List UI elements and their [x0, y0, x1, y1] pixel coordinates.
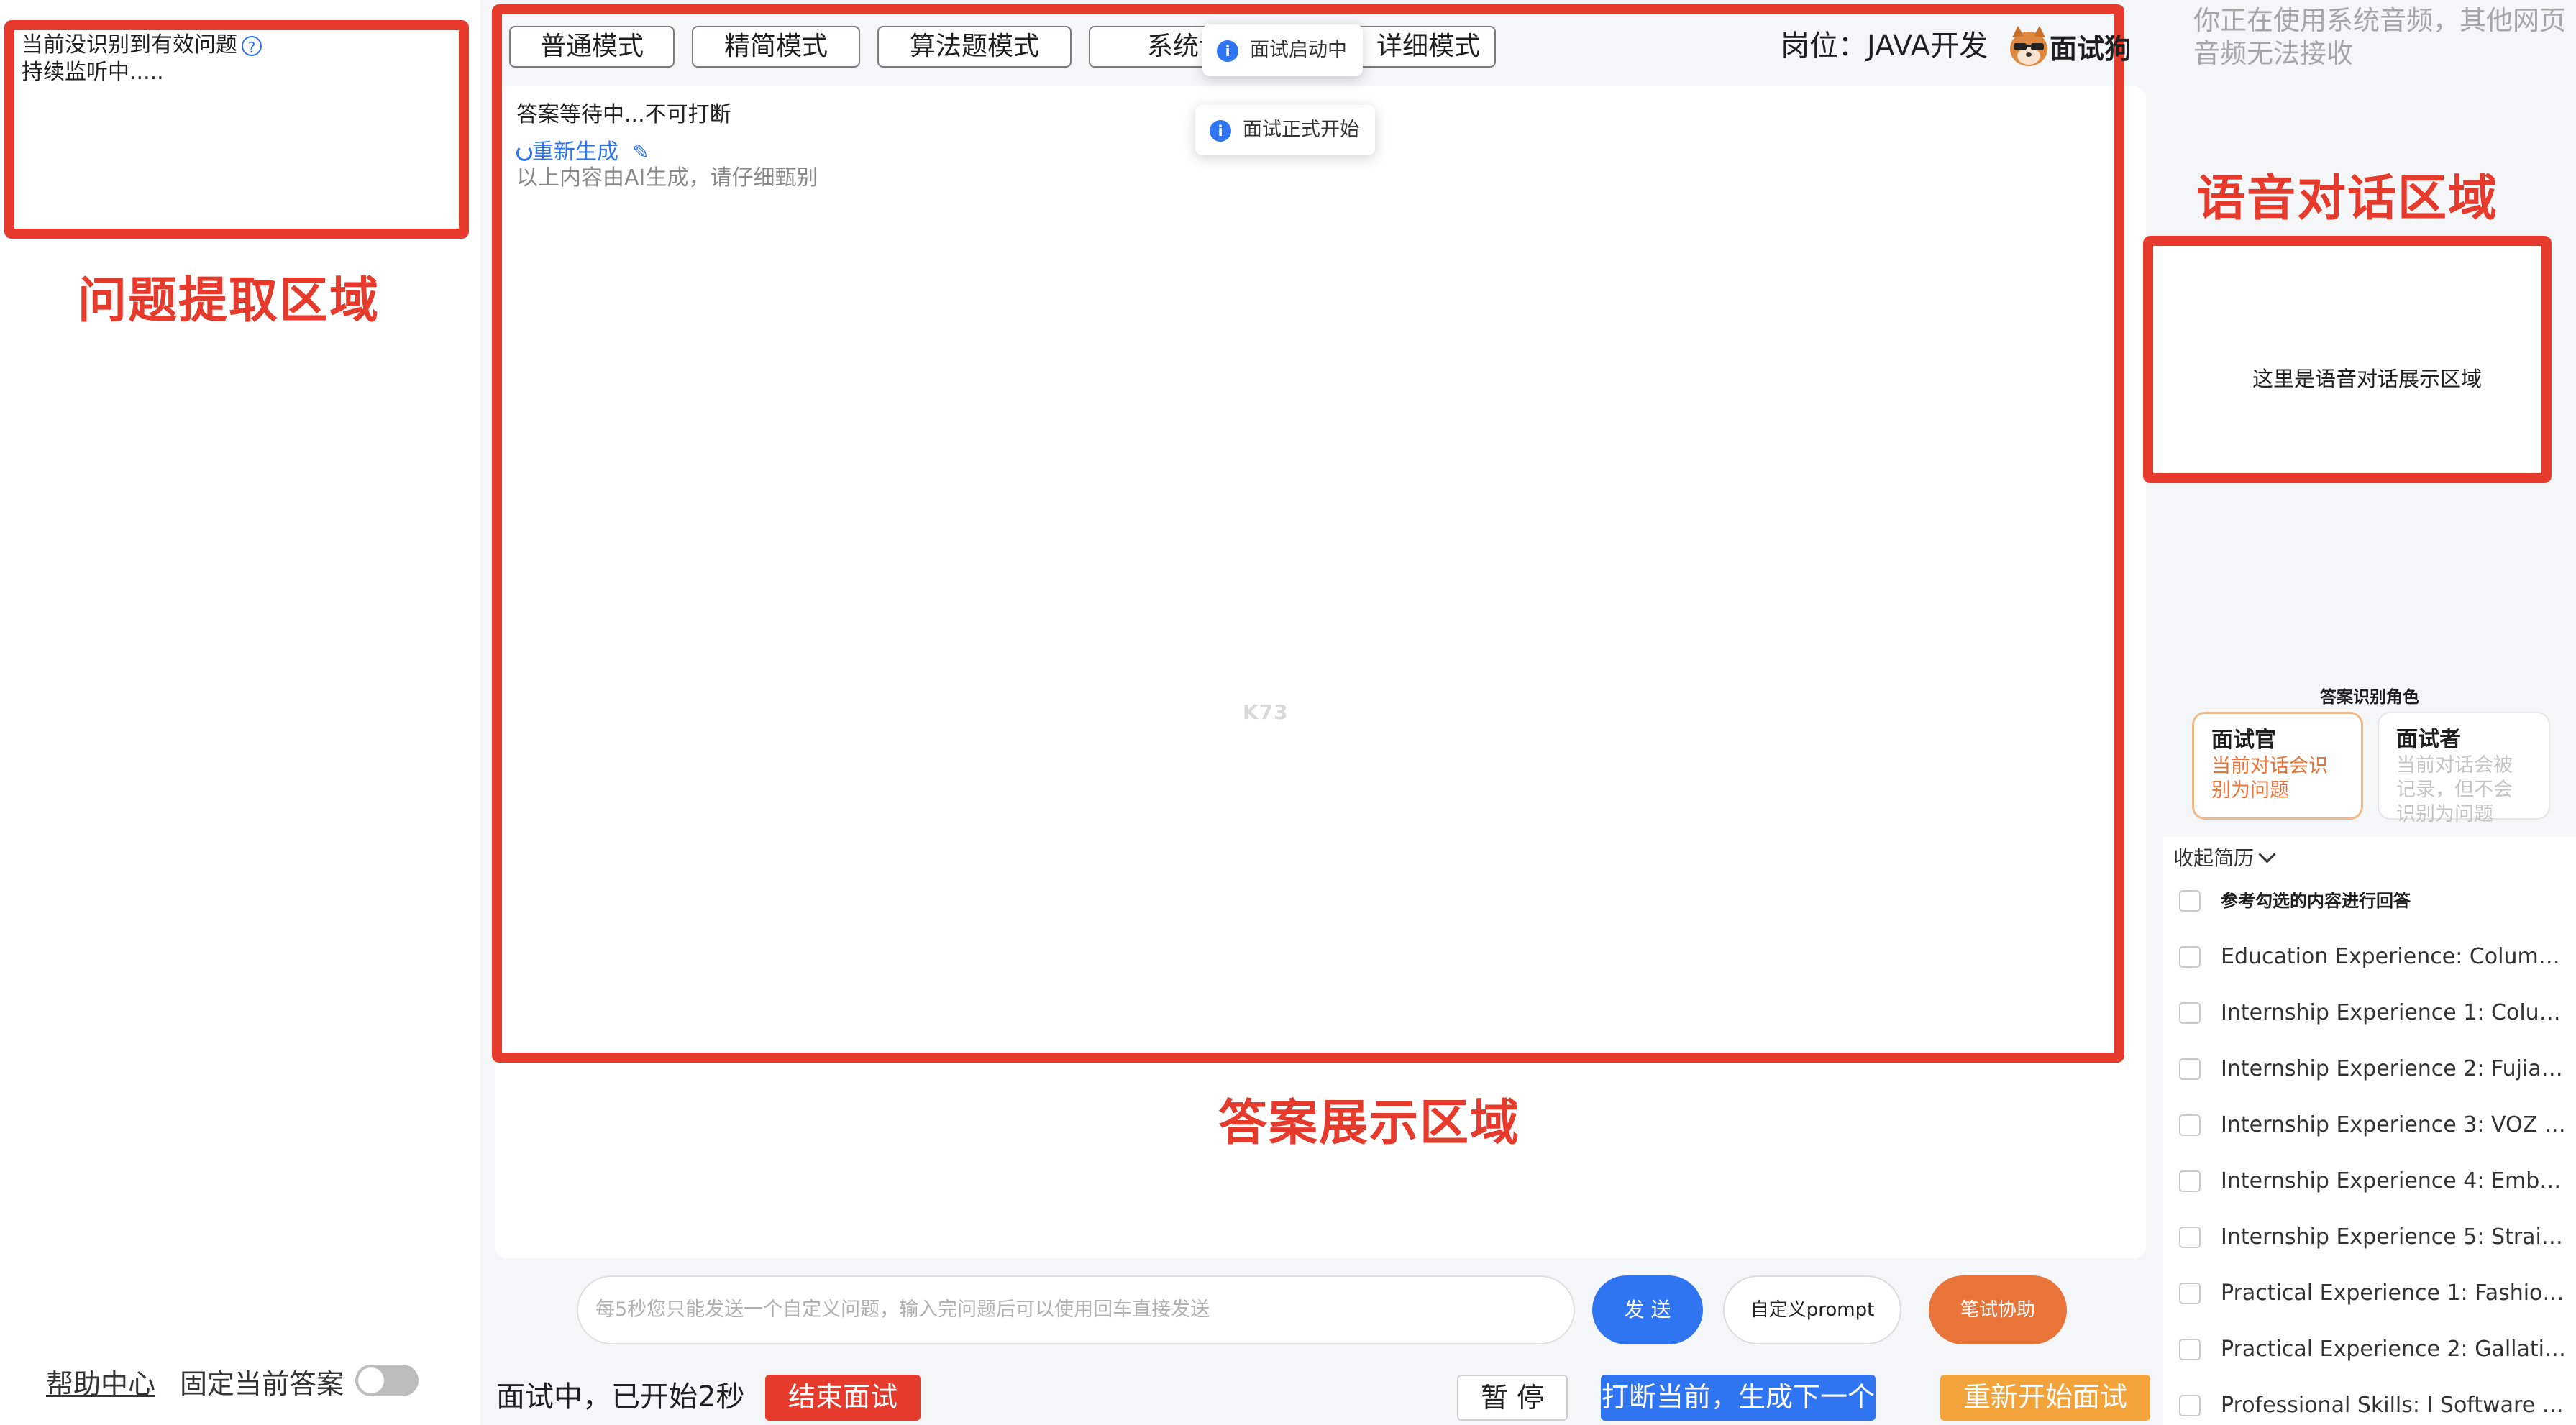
role-candidate-desc: 当前对话会被记录，但不会识别为问题 [2396, 754, 2513, 825]
resume-checkbox[interactable] [2179, 1114, 2201, 1136]
answer-area-annotation: 答案展示区域 [1218, 1095, 1521, 1152]
resume-item[interactable]: Internship Experience 5: Strait Media [2163, 1209, 2576, 1265]
end-interview-button[interactable]: 结束面试 [765, 1375, 921, 1421]
question-status-text: 当前没识别到有效问题 [22, 32, 237, 58]
role-candidate-name: 面试者 [2396, 727, 2461, 752]
written-test-help-button[interactable]: 笔试协助 [1929, 1275, 2067, 1344]
resume-checkbox[interactable] [2179, 946, 2201, 968]
refresh-icon [516, 145, 532, 161]
input-placeholder: 每5秒您只能发送一个自定义问题，输入完问题后可以使用回车直接发送 [595, 1298, 1210, 1321]
pause-button[interactable]: 暂 停 [1457, 1375, 1568, 1421]
resume-item-text: Internship Experience 3: VOZ Apparel [2221, 1112, 2566, 1137]
voice-area-annotation: 语音对话区域 [2196, 170, 2499, 227]
toggle-knob [358, 1367, 384, 1393]
resume-header: 参考勾选的内容进行回答 [2221, 891, 2411, 911]
role-interviewer-card[interactable]: 面试官 当前对话会识别为问题 [2192, 712, 2363, 820]
question-status: 当前没识别到有效问题? [22, 32, 262, 59]
resume-item-text: Practical Experience 2: Gallatin Film [2221, 1337, 2566, 1362]
mode-concise[interactable]: 精简模式 [692, 26, 860, 68]
role-interviewer-name: 面试官 [2211, 728, 2276, 753]
question-area-annotation: 问题提取区域 [78, 272, 380, 329]
collapse-resume-label: 收起简历 [2173, 846, 2255, 870]
audio-source-notice: 你正在使用系统音频，其他网页音频无法接收 [2193, 5, 2566, 69]
dog-logo-icon [2006, 24, 2051, 69]
help-question-icon[interactable]: ? [242, 35, 262, 56]
resume-item[interactable]: Internship Experience 2: Fujian Radio [2163, 1041, 2576, 1097]
toast-starting: i 面试启动中 [1202, 24, 1363, 76]
interview-status: 面试中，已开始2秒 [496, 1380, 745, 1413]
toast-started-text: 面试正式开始 [1243, 119, 1359, 141]
watermark: K73 [1243, 700, 1289, 724]
toast-starting-text: 面试启动中 [1250, 39, 1347, 61]
resume-item[interactable]: Internship Experience 1: Columbia Univer… [2163, 985, 2576, 1041]
resume-item[interactable]: Practical Experience 1: Fashion Content [2163, 1265, 2576, 1321]
fix-answer-toggle[interactable] [355, 1365, 419, 1396]
resume-item-text: Internship Experience 4: Embodied [2221, 1168, 2566, 1193]
edit-icon[interactable]: ✎ [633, 140, 649, 164]
mode-algorithm[interactable]: 算法题模式 [877, 26, 1072, 68]
resume-item[interactable]: Professional Skills: I Software Skills [2163, 1378, 2576, 1425]
fix-answer-label: 固定当前答案 [180, 1368, 344, 1400]
mode-normal-label: 普通模式 [539, 32, 644, 61]
role-interviewer-desc: 当前对话会识别为问题 [2211, 755, 2328, 802]
resume-checkbox[interactable] [2179, 1170, 2201, 1192]
send-button[interactable]: 发 送 [1592, 1275, 1703, 1344]
resume-checkbox[interactable] [2179, 1339, 2201, 1360]
custom-question-input[interactable]: 每5秒您只能发送一个自定义问题，输入完问题后可以使用回车直接发送 [577, 1275, 1575, 1344]
role-title: 答案识别角色 [2320, 688, 2419, 707]
resume-checkbox[interactable] [2179, 1002, 2201, 1024]
mode-normal[interactable]: 普通模式 [509, 26, 675, 68]
chevron-down-icon [2258, 846, 2276, 863]
resume-item-text: Internship Experience 1: Columbia Univer… [2221, 1000, 2566, 1025]
info-icon: i [1210, 119, 1231, 142]
resume-item-text: Practical Experience 1: Fashion Content [2221, 1280, 2566, 1306]
regenerate-label: 重新生成 [532, 139, 618, 165]
mode-algorithm-label: 算法题模式 [909, 32, 1039, 61]
resume-checkbox[interactable] [2179, 1283, 2201, 1304]
interrupt-next-button[interactable]: 打断当前，生成下一个 [1601, 1375, 1876, 1421]
select-all-checkbox[interactable] [2179, 890, 2201, 912]
mode-concise-label: 精简模式 [723, 32, 828, 61]
role-candidate-card[interactable]: 面试者 当前对话会被记录，但不会识别为问题 [2378, 712, 2550, 825]
resume-item-text: Internship Experience 5: Strait Media [2221, 1224, 2566, 1250]
resume-item[interactable]: Internship Experience 3: VOZ Apparel [2163, 1097, 2576, 1153]
regenerate-button[interactable]: 重新生成 ✎ [516, 138, 649, 167]
restart-interview-button[interactable]: 重新开始面试 [1940, 1375, 2150, 1421]
resume-item-text: Professional Skills: I Software Skills [2221, 1393, 2566, 1418]
resume-item-text: Education Experience: Columbia Universit… [2221, 944, 2566, 969]
resume-checkbox[interactable] [2179, 1395, 2201, 1416]
answer-waiting-text: 答案等待中...不可打断 [516, 102, 731, 127]
resume-item-text: Internship Experience 2: Fujian Radio [2221, 1056, 2566, 1081]
resume-header-row: 参考勾选的内容进行回答 [2163, 873, 2576, 929]
resume-item[interactable]: Education Experience: Columbia Universit… [2163, 929, 2576, 985]
question-panel: 当前没识别到有效问题? 持续监听中..... 问题提取区域 帮助中心 固定当前答… [0, 0, 480, 1425]
answer-area-outline [492, 4, 2124, 1063]
voice-dialog-box [2143, 236, 2552, 483]
position-label: 岗位：JAVA开发 [1781, 29, 1988, 63]
help-center-link[interactable]: 帮助中心 [46, 1362, 155, 1401]
info-icon: i [1217, 40, 1238, 62]
resume-checkbox[interactable] [2179, 1058, 2201, 1080]
resume-item[interactable]: Practical Experience 2: Gallatin Film [2163, 1321, 2576, 1378]
brand-name: 面试狗 [2050, 33, 2129, 65]
resume-checkbox[interactable] [2179, 1227, 2201, 1248]
ai-disclaimer: 以上内容由AI生成，请仔细甄别 [516, 165, 818, 191]
toast-started: i 面试正式开始 [1195, 105, 1375, 155]
voice-dialog-placeholder: 这里是语音对话展示区域 [2252, 367, 2483, 391]
resume-item[interactable]: Internship Experience 4: Embodied [2163, 1153, 2576, 1209]
mode-detailed-label: 详细模式 [1376, 32, 1480, 61]
custom-prompt-button[interactable]: 自定义prompt [1723, 1275, 1901, 1344]
monitoring-text: 持续监听中..... [22, 60, 164, 85]
collapse-resume-button[interactable]: 收起简历 [2173, 844, 2276, 873]
